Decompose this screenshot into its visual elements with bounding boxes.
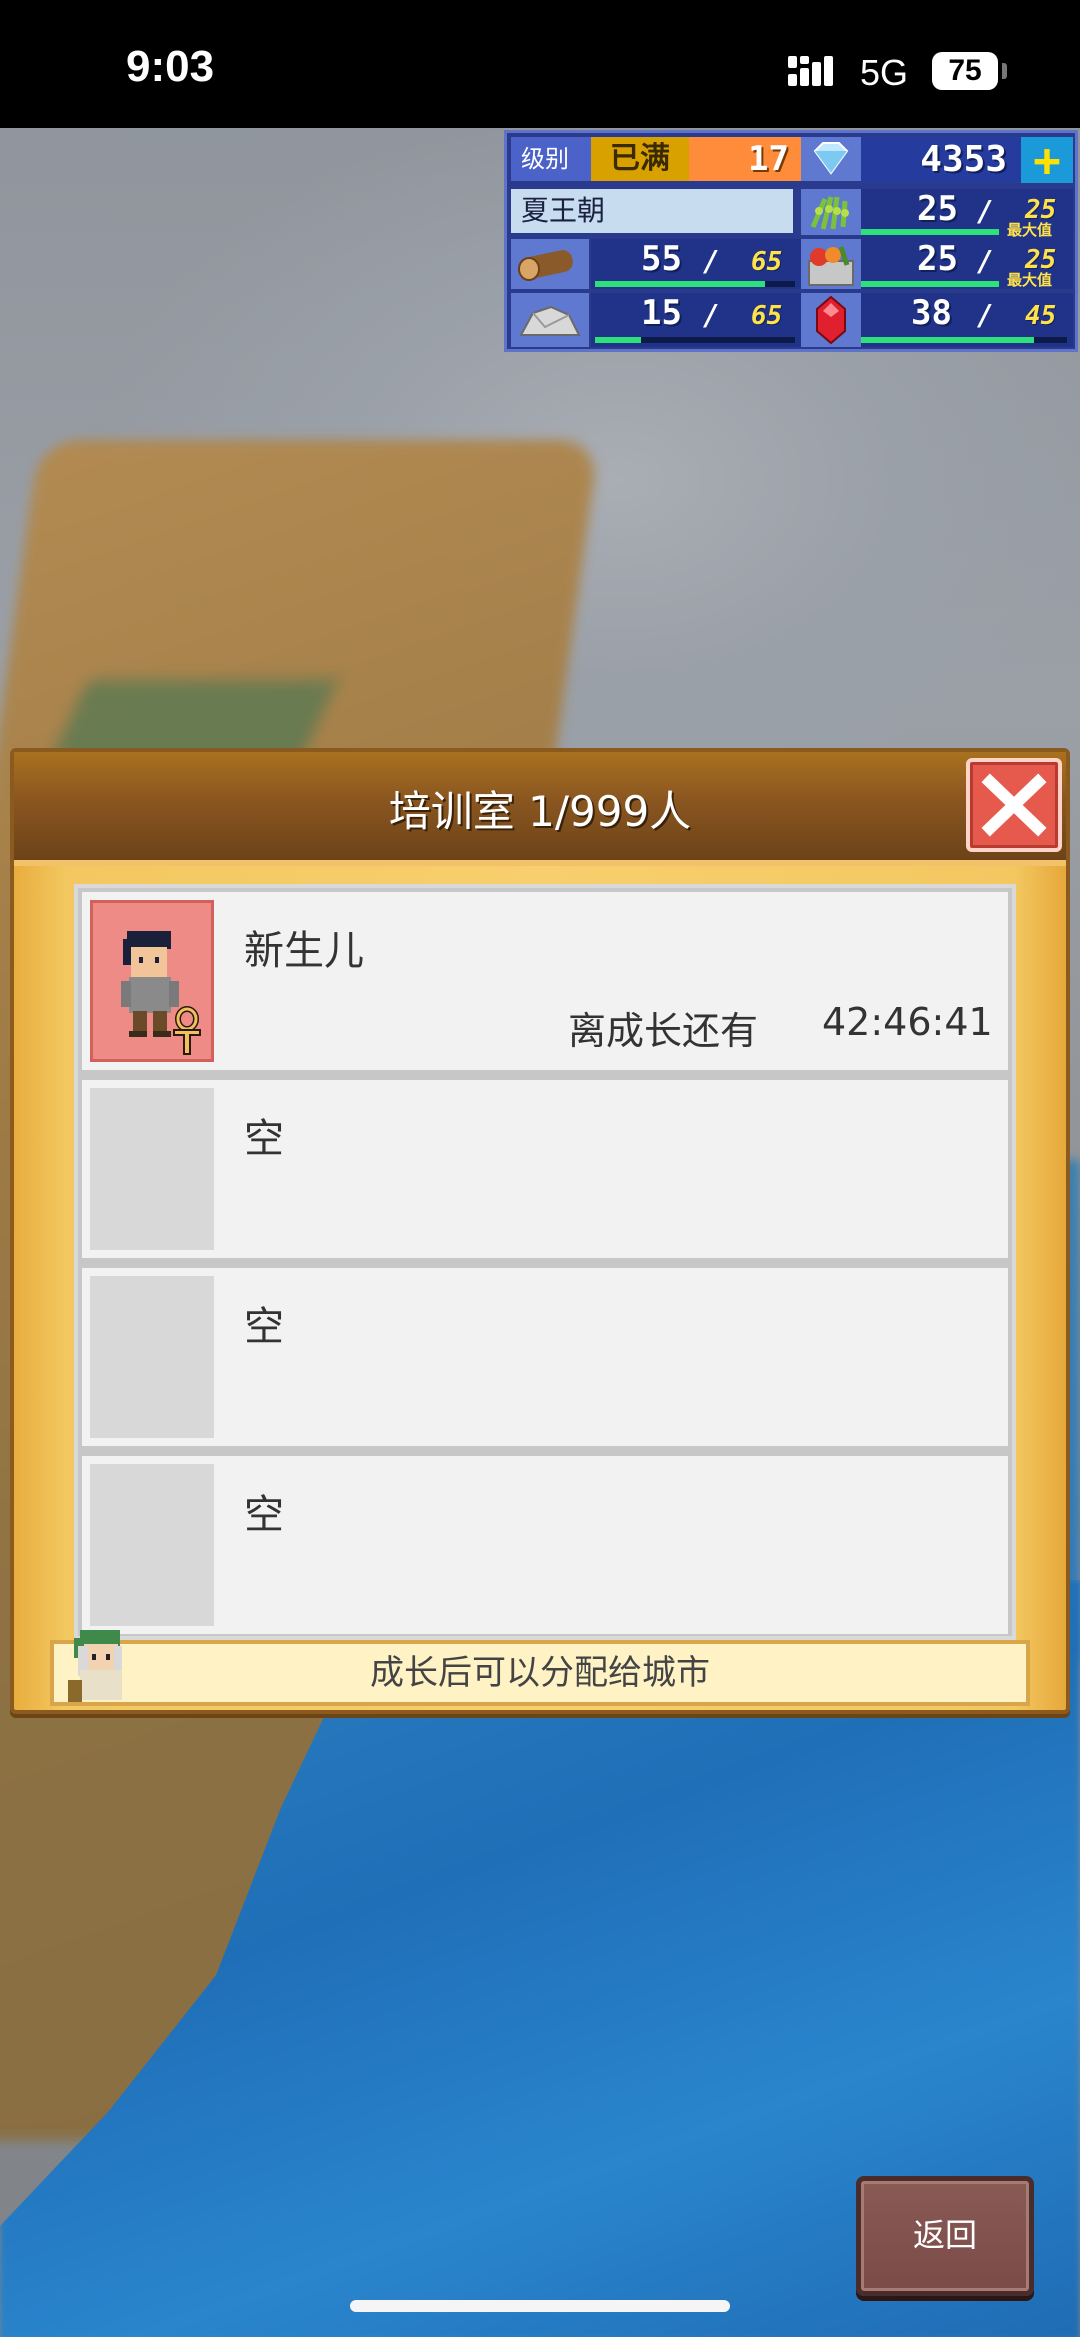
trainee-portrait [90, 900, 214, 1062]
dialog-titlebar: 培训室 1/999人 [14, 752, 1066, 866]
back-button[interactable]: 返回 [856, 2176, 1034, 2296]
dynasty-name: 夏王朝 [511, 189, 793, 233]
hint-text: 成长后可以分配给城市 [370, 1653, 710, 1693]
stone-icon [511, 293, 589, 347]
newborn-avatar-icon [121, 931, 201, 1055]
trainee-name: 新生儿 [244, 928, 364, 974]
empty-slot[interactable]: 空 [82, 1456, 1008, 1634]
goods-bar [861, 281, 999, 287]
empty-slot[interactable]: 空 [82, 1268, 1008, 1446]
network-type: 5G [860, 52, 909, 93]
slot-label: 空 [244, 1116, 284, 1162]
goods-slash: / [977, 245, 994, 278]
stone-slash: / [703, 299, 720, 332]
battery-level: 75 [932, 52, 998, 90]
empty-portrait [90, 1464, 214, 1626]
growth-label: 离成长还有 [568, 1009, 759, 1053]
resource-hud: 级别 已满 17 4353 + 夏王朝 25 / 25 最大值 55 / 65 … [504, 130, 1078, 352]
growth-timer: 42:46:41 [822, 1000, 993, 1044]
home-indicator[interactable] [350, 2300, 730, 2312]
wood-max: 65 [751, 247, 783, 277]
add-gems-button[interactable]: + [1021, 137, 1073, 183]
gem-count: 4353 [861, 137, 1021, 183]
close-icon [981, 773, 1047, 837]
wood-bar [595, 281, 795, 287]
signal-icon [788, 56, 833, 86]
stone-current: 15 [641, 293, 682, 333]
empty-portrait [90, 1276, 214, 1438]
trainee-slot[interactable]: 新生儿 离成长还有 42:46:41 [82, 892, 1008, 1070]
wood-bar-fill [595, 281, 765, 287]
food-current: 25 [917, 189, 958, 229]
ruby-icon [801, 293, 861, 347]
battery-icon [1002, 63, 1007, 79]
ruby-value: 38 / 45 [861, 293, 1073, 347]
close-button[interactable] [966, 758, 1062, 852]
ruby-current: 38 [911, 293, 952, 333]
ruby-max: 45 [1025, 301, 1057, 331]
level-value: 17 [689, 137, 801, 181]
stone-max: 65 [751, 301, 783, 331]
food-bar-fill [861, 229, 999, 235]
goods-max-label: 最大值 [1007, 271, 1053, 289]
diamond-icon [801, 137, 861, 181]
status-bar: 9:03 5G 75 [0, 0, 1080, 128]
slot-label: 空 [244, 1492, 284, 1538]
goods-value: 25 / 25 最大值 [861, 239, 1073, 289]
trainee-list: 新生儿 离成长还有 42:46:41 空 空 空 [74, 884, 1016, 1640]
goods-bar-fill [861, 281, 999, 287]
food-value: 25 / 25 最大值 [861, 189, 1073, 239]
fruit-basket-icon [801, 239, 861, 289]
empty-portrait [90, 1088, 214, 1250]
hint-banner: 成长后可以分配给城市 [50, 1630, 1030, 1706]
level-label: 级别 [511, 137, 591, 181]
wood-slash: / [703, 245, 720, 278]
wood-current: 55 [641, 239, 682, 279]
training-room-dialog: 培训室 1/999人 新生儿 离成长还有 42:46:41 空 空 空 成长后可… [10, 748, 1070, 1714]
ruby-slash: / [977, 299, 994, 332]
dialog-title: 培训室 1/999人 [388, 787, 692, 836]
stone-bar-fill [595, 337, 641, 343]
wood-value: 55 / 65 [591, 239, 801, 289]
food-slash: / [977, 195, 994, 228]
goods-current: 25 [917, 239, 958, 279]
stone-bar [595, 337, 795, 343]
stone-value: 15 / 65 [591, 293, 801, 347]
ruby-bar [861, 337, 1067, 343]
log-icon [511, 239, 589, 289]
advisor-avatar-icon [68, 1630, 122, 1702]
slot-label: 空 [244, 1304, 284, 1350]
ruby-bar-fill [861, 337, 1035, 343]
level-max-badge: 已满 [591, 137, 689, 181]
food-max-label: 最大值 [1007, 221, 1053, 239]
ankh-icon [173, 1006, 201, 1055]
status-time: 9:03 [126, 42, 215, 91]
grain-icon [801, 189, 861, 235]
empty-slot[interactable]: 空 [82, 1080, 1008, 1258]
food-bar [861, 229, 999, 235]
